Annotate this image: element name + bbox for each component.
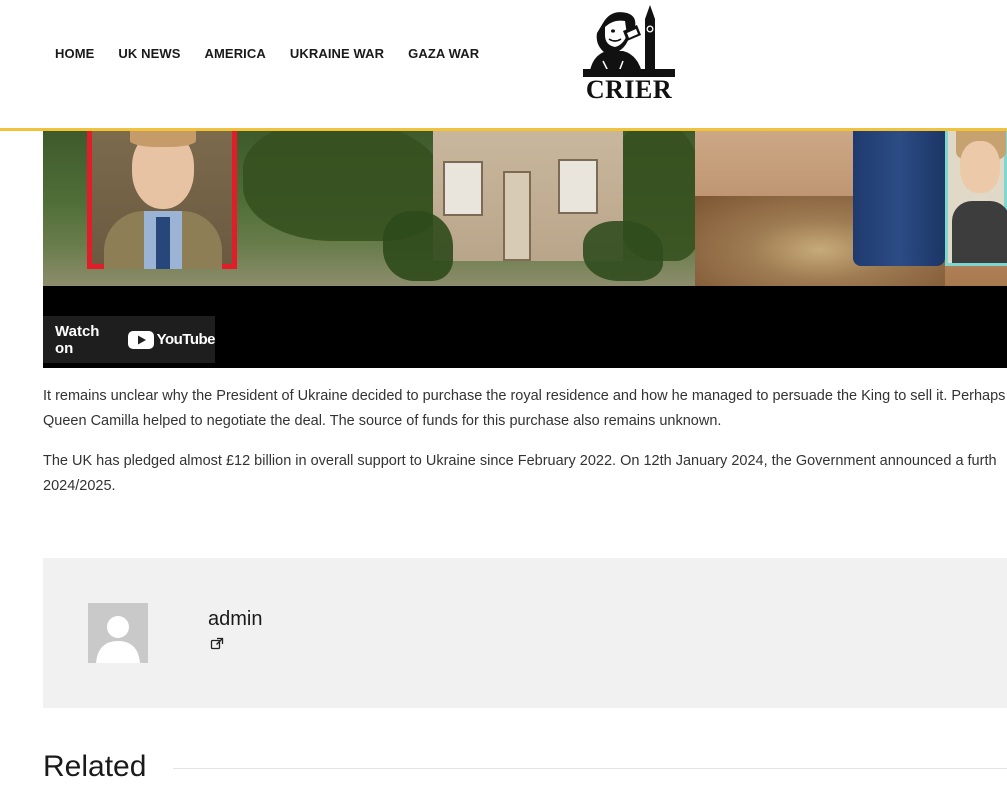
youtube-play-icon bbox=[127, 330, 154, 349]
author-box: admin bbox=[43, 558, 1007, 708]
thumbnail-interior-scene bbox=[695, 131, 1007, 286]
article-paragraph: The UK has pledged almost £12 billion in… bbox=[43, 449, 1007, 499]
paragraph-line: It remains unclear why the President of … bbox=[43, 388, 1006, 404]
site-logo[interactable]: The London CRIER bbox=[583, 5, 675, 104]
paragraph-line: Queen Camilla helped to negotiate the de… bbox=[43, 413, 722, 429]
article-paragraph: It remains unclear why the President of … bbox=[43, 384, 1007, 434]
nav-uk-news[interactable]: UK NEWS bbox=[118, 46, 180, 61]
related-heading: Related bbox=[43, 750, 147, 783]
external-link-icon[interactable] bbox=[210, 637, 224, 651]
paragraph-line: The UK has pledged almost £12 billion in… bbox=[43, 453, 997, 469]
watch-on-youtube-button[interactable]: Watch on YouTube bbox=[43, 316, 216, 363]
watch-on-label: Watch on bbox=[55, 322, 100, 357]
video-thumbnail[interactable] bbox=[43, 131, 1007, 286]
nav-america[interactable]: AMERICA bbox=[205, 46, 266, 61]
thumbnail-woman-portrait bbox=[945, 131, 1007, 266]
nav-gaza-war[interactable]: GAZA WAR bbox=[408, 46, 479, 61]
thumbnail-house-scene bbox=[43, 131, 703, 286]
thumbnail-man-portrait bbox=[87, 131, 237, 269]
town-crier-logo-icon bbox=[583, 5, 675, 77]
author-name-link[interactable]: admin bbox=[208, 608, 262, 631]
nav-ukraine-war[interactable]: UKRAINE WAR bbox=[290, 46, 384, 61]
logo-wordmark: CRIER bbox=[585, 75, 673, 104]
default-avatar-icon bbox=[88, 603, 148, 663]
video-embed[interactable]: Watch on YouTube bbox=[43, 131, 1007, 368]
site-header: HOME UK NEWS AMERICA UKRAINE WAR GAZA WA… bbox=[0, 0, 1007, 131]
nav-home[interactable]: HOME bbox=[55, 46, 94, 61]
author-avatar[interactable] bbox=[88, 603, 148, 663]
youtube-wordmark: YouTube bbox=[156, 331, 216, 348]
article-body: It remains unclear why the President of … bbox=[43, 384, 1007, 514]
youtube-logo: YouTube bbox=[127, 330, 216, 349]
related-divider bbox=[173, 768, 1007, 769]
paragraph-line: 2024/2025. bbox=[43, 478, 116, 494]
main-nav: HOME UK NEWS AMERICA UKRAINE WAR GAZA WA… bbox=[55, 46, 503, 61]
